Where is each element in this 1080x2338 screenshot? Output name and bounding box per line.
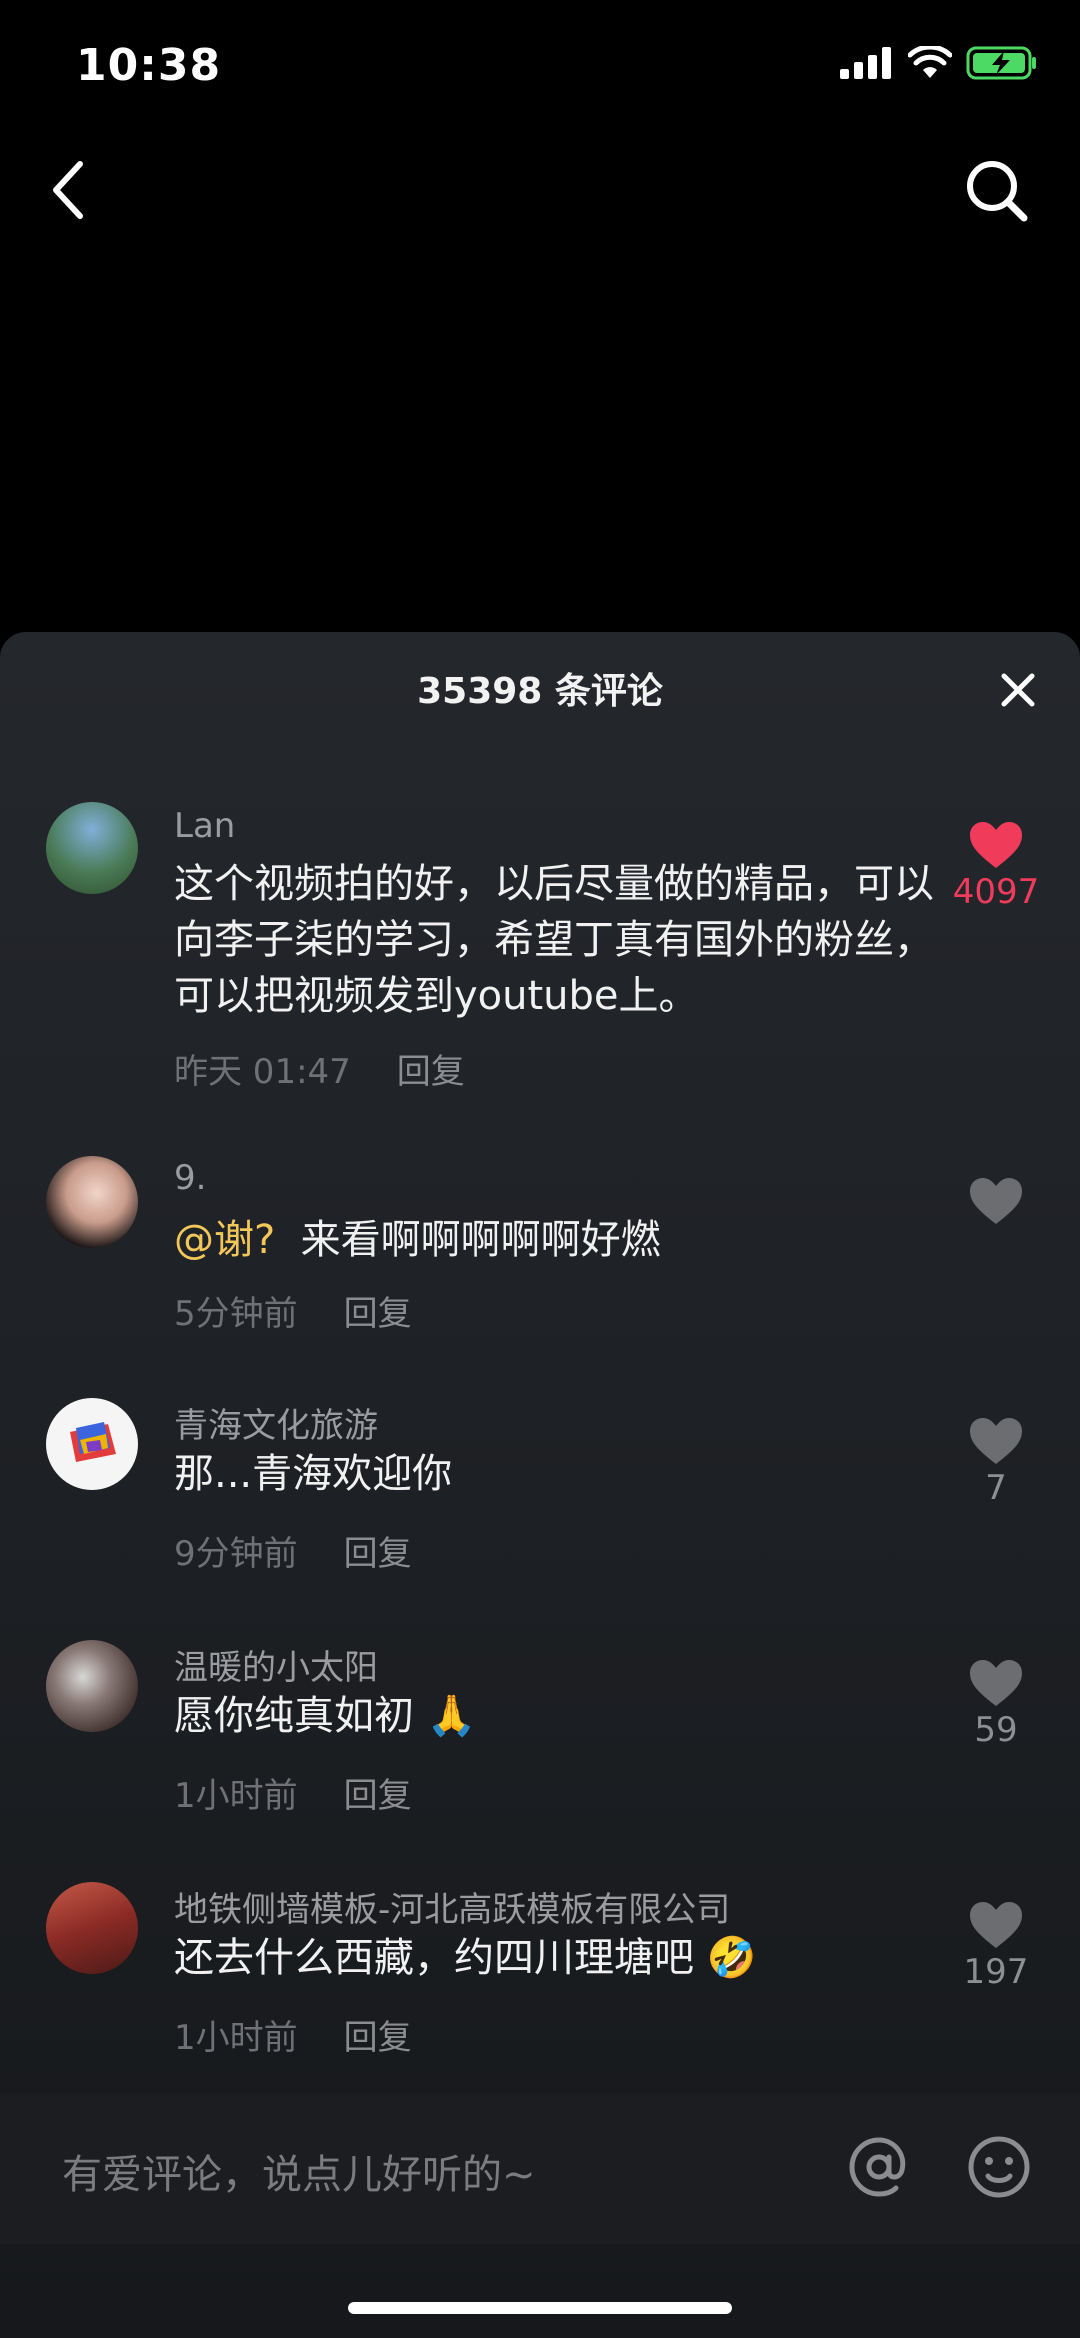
close-icon (1001, 673, 1035, 707)
comment-text[interactable]: 还去什么西藏，约四川理塘吧 🤣 (174, 1930, 934, 1986)
comment-count-title: 35398 条评论 (417, 671, 663, 712)
mention-button[interactable] (844, 2132, 914, 2202)
back-icon (53, 161, 83, 219)
comment-author[interactable]: 温暖的小太阳 (174, 1640, 378, 1689)
comment-text[interactable]: @谢? 来看啊啊啊啊啊好燃 (174, 1212, 934, 1268)
like-count: 7 (985, 1468, 1007, 1508)
comment-item: 温暖的小太阳 愿你纯真如初 🙏 1小时前 回复 59 (0, 1640, 1080, 1820)
comment-text[interactable]: 愿你纯真如初 🙏 (174, 1688, 934, 1744)
comment-author[interactable]: Lan (174, 806, 235, 846)
comment-input-bar: 有爱评论，说点儿好听的~ (0, 2094, 1080, 2244)
comment-meta: 1小时前 回复 (174, 2010, 412, 2059)
reply-button[interactable]: 回复 (344, 2018, 412, 2058)
comment-time: 1小时前 (174, 2018, 298, 2058)
avatar[interactable] (46, 802, 138, 894)
mention-link[interactable]: @谢? (174, 1217, 275, 1263)
comment-body: 来看啊啊啊啊啊好燃 (300, 1217, 661, 1263)
reply-button[interactable]: 回复 (344, 1534, 412, 1574)
comment-time: 5分钟前 (174, 1294, 298, 1334)
comment-time: 9分钟前 (174, 1534, 298, 1574)
close-button[interactable] (996, 668, 1040, 712)
logo-icon (70, 1422, 116, 1462)
avatar[interactable] (46, 1156, 138, 1248)
avatar[interactable] (46, 1398, 138, 1490)
heart-icon (970, 1178, 1022, 1224)
like-button[interactable]: 7 (948, 1416, 1044, 1508)
home-indicator[interactable] (348, 2302, 732, 2314)
heart-icon (970, 1418, 1022, 1464)
comment-input[interactable]: 有爱评论，说点儿好听的~ (62, 2142, 536, 2200)
comment-item: 青海文化旅游 那...青海欢迎你 9分钟前 回复 7 (0, 1398, 1080, 1578)
comment-meta: 1小时前 回复 (174, 1768, 412, 1817)
avatar[interactable] (46, 1640, 138, 1732)
comment-item: 地铁侧墙模板-河北高跃模板有限公司 还去什么西藏，约四川理塘吧 🤣 1小时前 回复… (0, 1882, 1080, 2062)
back-button[interactable] (42, 150, 98, 230)
heart-icon (970, 822, 1022, 868)
comment-text[interactable]: 那...青海欢迎你 (174, 1446, 934, 1502)
reply-button[interactable]: 回复 (344, 1776, 412, 1816)
search-button[interactable] (958, 150, 1038, 230)
reply-button[interactable]: 回复 (344, 1294, 412, 1334)
comment-time: 昨天 01:47 (174, 1052, 351, 1092)
comment-meta: 9分钟前 回复 (174, 1526, 412, 1575)
status-icons (840, 46, 1038, 80)
like-count: 4097 (952, 872, 1040, 912)
like-count: 197 (963, 1952, 1029, 1992)
comment-author[interactable]: 9. (174, 1158, 206, 1198)
like-count: 59 (974, 1710, 1018, 1750)
comment-panel: 35398 条评论 Lan 这个视频拍的好，以后尽量做的精品，可以向李子柒的学习… (0, 632, 1080, 2338)
battery-icon (966, 46, 1036, 80)
comment-author[interactable]: 青海文化旅游 (174, 1398, 378, 1447)
heart-icon (970, 1660, 1022, 1706)
emoji-button[interactable] (964, 2132, 1034, 2202)
comment-text[interactable]: 这个视频拍的好，以后尽量做的精品，可以向李子柒的学习，希望丁真有国外的粉丝，可以… (174, 856, 934, 1024)
wifi-icon (908, 46, 952, 78)
comment-time: 1小时前 (174, 1776, 298, 1816)
comment-meta: 5分钟前 回复 (174, 1286, 412, 1335)
at-icon (849, 2137, 906, 2197)
emoji-icon (968, 2136, 1030, 2198)
avatar[interactable] (46, 1882, 138, 1974)
like-button[interactable]: 4097 (948, 820, 1044, 912)
like-button[interactable]: 197 (948, 1900, 1044, 1992)
reply-button[interactable]: 回复 (397, 1052, 465, 1092)
signal-icon (840, 47, 891, 79)
comment-item: Lan 这个视频拍的好，以后尽量做的精品，可以向李子柒的学习，希望丁真有国外的粉… (0, 802, 1080, 1092)
like-button[interactable] (948, 1176, 1044, 1228)
status-time: 10:38 (76, 40, 222, 91)
like-button[interactable]: 59 (948, 1658, 1044, 1750)
comment-meta: 昨天 01:47 回复 (174, 1044, 465, 1093)
comment-author[interactable]: 地铁侧墙模板-河北高跃模板有限公司 (174, 1882, 730, 1931)
search-icon (967, 161, 1028, 222)
comment-item: 9. @谢? 来看啊啊啊啊啊好燃 5分钟前 回复 (0, 1156, 1080, 1336)
heart-icon (970, 1902, 1022, 1948)
